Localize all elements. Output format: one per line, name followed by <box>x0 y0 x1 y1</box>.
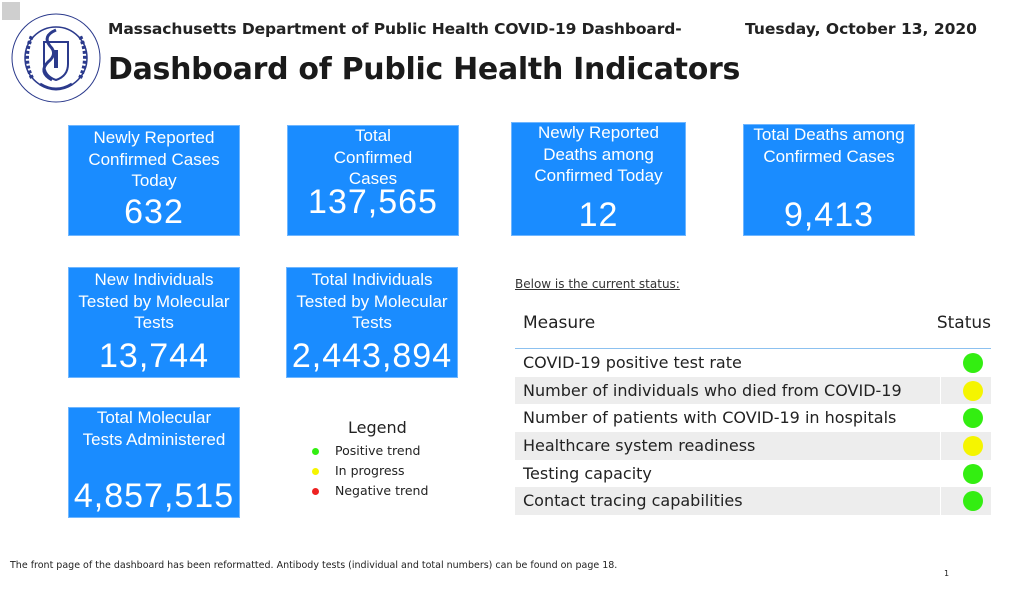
card-new-individuals-tested: New Individuals Tested by Molecular Test… <box>68 267 240 378</box>
column-header-status: Status <box>936 313 991 333</box>
legend-label: Positive trend <box>335 443 421 458</box>
legend-label: Negative trend <box>335 483 429 498</box>
red-dot-icon <box>312 488 319 495</box>
card-label: Newly Reported Confirmed Cases Today <box>88 128 220 190</box>
table-row: COVID-19 positive test rate <box>515 349 991 377</box>
card-value: 2,443,894 <box>291 337 453 375</box>
report-date: Tuesday, October 13, 2020 <box>745 20 977 38</box>
card-label: New Individuals Tested by Molecular Test… <box>78 270 230 332</box>
card-label: Total Individuals Tested by Molecular Te… <box>296 270 448 332</box>
table-row: Testing capacity <box>515 459 991 488</box>
legend-item-negative: Negative trend <box>312 483 428 498</box>
status-intro: Below is the current status: <box>515 277 680 291</box>
page-title: Dashboard of Public Health Indicators <box>108 52 741 87</box>
card-value: 137,565 <box>308 183 438 221</box>
status-dot-icon <box>963 408 983 429</box>
card-label: Total Molecular Tests Administered <box>82 408 226 449</box>
card-value: 13,744 <box>99 337 209 375</box>
table-header: Measure Status <box>515 308 991 349</box>
table-row: Healthcare system readiness <box>515 432 991 460</box>
card-value: 9,413 <box>783 196 875 234</box>
dph-seal-icon <box>11 13 101 103</box>
card-value: 632 <box>124 193 184 231</box>
card-new-deaths: Newly Reported Deaths among Confirmed To… <box>511 122 686 236</box>
status-dot-icon <box>963 436 983 457</box>
card-total-deaths: Total Deaths among Confirmed Cases 9,413 <box>743 124 915 236</box>
card-total-molecular-tests: Total Molecular Tests Administered 4,857… <box>68 407 240 518</box>
status-dot-icon <box>963 491 983 512</box>
column-header-measure: Measure <box>523 313 596 333</box>
card-value: 4,857,515 <box>73 477 235 515</box>
measure-cell: Number of individuals who died from COVI… <box>515 376 941 405</box>
card-label: Total Confirmed Cases <box>333 126 413 188</box>
page-number: 1 <box>944 569 950 578</box>
card-total-individuals-tested: Total Individuals Tested by Molecular Te… <box>286 267 458 378</box>
table-row: Number of individuals who died from COVI… <box>515 376 991 405</box>
dashboard-subtitle: Massachusetts Department of Public Healt… <box>108 20 682 38</box>
card-new-confirmed-cases: Newly Reported Confirmed Cases Today 632 <box>68 125 240 236</box>
status-dot-icon <box>963 380 983 401</box>
footnote: The front page of the dashboard has been… <box>10 560 618 571</box>
card-label: Newly Reported Deaths among Confirmed To… <box>534 123 663 185</box>
legend-item-in-progress: In progress <box>312 463 405 478</box>
yellow-dot-icon <box>312 468 319 475</box>
measure-cell: COVID-19 positive test rate <box>515 349 941 377</box>
card-label: Total Deaths among Confirmed Cases <box>753 125 905 166</box>
measure-cell: Contact tracing capabilities <box>515 487 941 516</box>
status-table: Measure Status COVID-19 positive test ra… <box>515 308 991 516</box>
measure-cell: Testing capacity <box>515 459 941 488</box>
status-dot-icon <box>963 353 983 373</box>
table-row: Number of patients with COVID-19 in hosp… <box>515 404 991 433</box>
legend-title: Legend <box>348 418 407 437</box>
measure-cell: Healthcare system readiness <box>515 432 941 460</box>
legend-item-positive: Positive trend <box>312 443 420 458</box>
card-total-confirmed-cases: Total Confirmed Cases 137,565 <box>287 125 459 236</box>
legend-label: In progress <box>335 463 405 478</box>
table-row: Contact tracing capabilities <box>515 487 991 516</box>
green-dot-icon <box>312 448 319 455</box>
status-dot-icon <box>963 463 983 484</box>
measure-cell: Number of patients with COVID-19 in hosp… <box>515 404 941 433</box>
card-value: 12 <box>578 196 619 234</box>
